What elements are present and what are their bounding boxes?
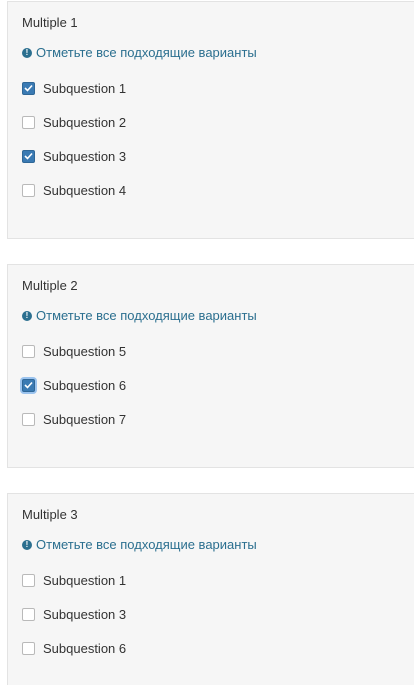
option-subquestion-2[interactable]: Subquestion 2 — [22, 113, 126, 131]
option-label[interactable]: Subquestion 1 — [43, 81, 126, 96]
hint-text: Отметьте все подходящие варианты — [36, 45, 257, 60]
question-panel-multiple-2: Multiple 2 ! Отметьте все подходящие вар… — [7, 264, 414, 468]
option-label[interactable]: Subquestion 7 — [43, 412, 126, 427]
checkbox[interactable] — [22, 607, 35, 621]
checkbox[interactable] — [22, 81, 35, 95]
option-subquestion-4[interactable]: Subquestion 4 — [22, 181, 126, 199]
checkmark-icon — [24, 152, 33, 160]
hint: ! Отметьте все подходящие варианты — [22, 45, 257, 61]
hint-text: Отметьте все подходящие варианты — [36, 537, 257, 552]
option-label[interactable]: Subquestion 4 — [43, 183, 126, 198]
hint: ! Отметьте все подходящие варианты — [22, 537, 257, 553]
option-subquestion-3[interactable]: Subquestion 3 — [22, 147, 126, 165]
option-label[interactable]: Subquestion 1 — [43, 573, 126, 588]
checkbox[interactable] — [22, 573, 35, 587]
checkbox[interactable] — [22, 641, 35, 655]
option-label[interactable]: Subquestion 6 — [43, 378, 126, 393]
option-label[interactable]: Subquestion 6 — [43, 641, 126, 656]
checkmark-icon — [24, 381, 33, 389]
option-subquestion-6[interactable]: Subquestion 6 — [22, 376, 126, 394]
question-title: Multiple 3 — [22, 507, 78, 522]
checkbox[interactable] — [22, 115, 35, 129]
checkbox[interactable] — [22, 412, 35, 426]
option-subquestion-7[interactable]: Subquestion 7 — [22, 410, 126, 428]
info-icon: ! — [22, 311, 32, 321]
info-icon: ! — [22, 540, 32, 550]
checkbox[interactable] — [22, 344, 35, 358]
option-label[interactable]: Subquestion 3 — [43, 149, 126, 164]
info-icon: ! — [22, 48, 32, 58]
checkbox[interactable] — [22, 149, 35, 163]
option-subquestion-6[interactable]: Subquestion 6 — [22, 639, 126, 657]
option-subquestion-3[interactable]: Subquestion 3 — [22, 605, 126, 623]
checkmark-icon — [24, 84, 33, 92]
question-title: Multiple 2 — [22, 278, 78, 293]
option-label[interactable]: Subquestion 2 — [43, 115, 126, 130]
checkbox[interactable] — [22, 183, 35, 197]
checkbox[interactable] — [22, 378, 35, 392]
option-label[interactable]: Subquestion 5 — [43, 344, 126, 359]
option-subquestion-1[interactable]: Subquestion 1 — [22, 571, 126, 589]
question-title: Multiple 1 — [22, 15, 78, 30]
question-panel-multiple-1: Multiple 1 ! Отметьте все подходящие вар… — [7, 1, 414, 239]
hint: ! Отметьте все подходящие варианты — [22, 308, 257, 324]
option-subquestion-1[interactable]: Subquestion 1 — [22, 79, 126, 97]
hint-text: Отметьте все подходящие варианты — [36, 308, 257, 323]
question-panel-multiple-3: Multiple 3 ! Отметьте все подходящие вар… — [7, 493, 414, 685]
option-label[interactable]: Subquestion 3 — [43, 607, 126, 622]
option-subquestion-5[interactable]: Subquestion 5 — [22, 342, 126, 360]
